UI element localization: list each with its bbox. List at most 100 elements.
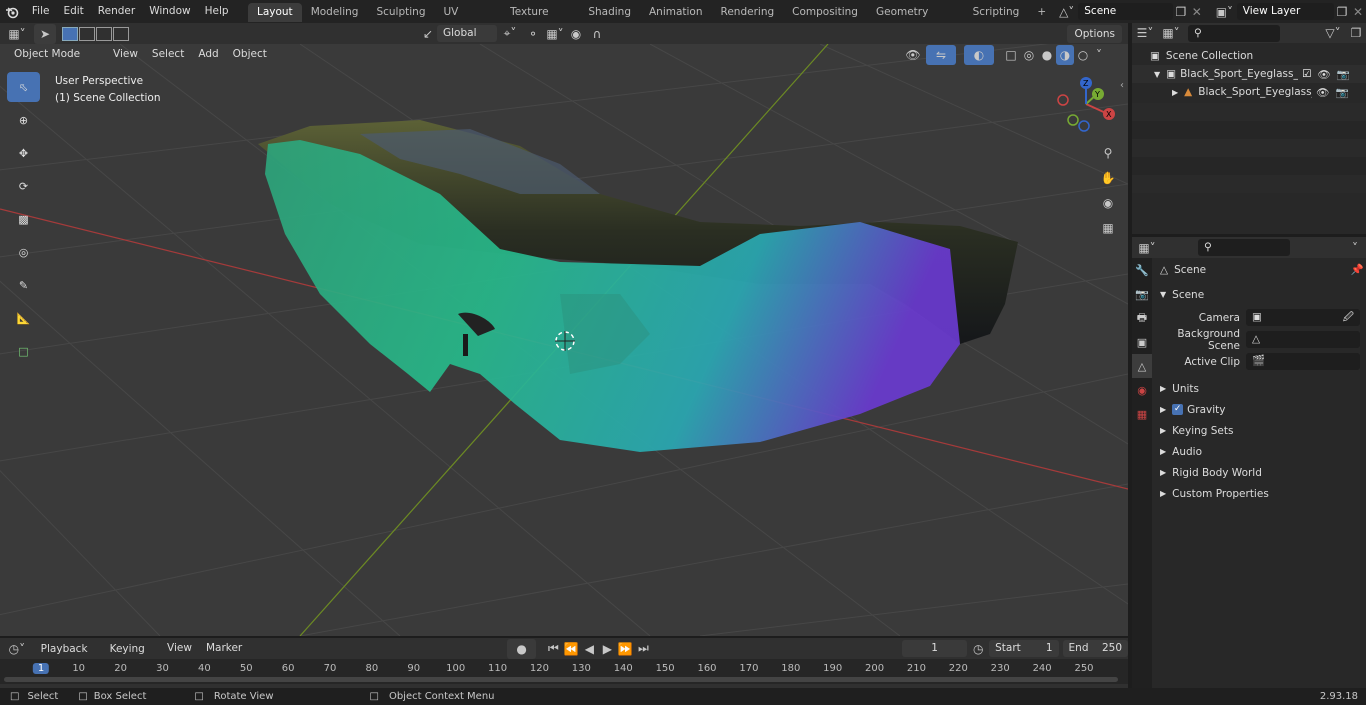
jump-start-icon[interactable]: ⏮: [544, 639, 562, 659]
menu-edit[interactable]: Edit: [56, 0, 90, 23]
eye-icon[interactable]: 👁: [1318, 68, 1331, 81]
play-reverse-icon[interactable]: ◀: [580, 639, 598, 659]
end-frame-field[interactable]: End 250: [1062, 640, 1129, 657]
object-mode-select[interactable]: Object Mode: [8, 46, 106, 63]
pivot-icon[interactable]: ⌖˅: [497, 24, 523, 44]
eyeglasses-model[interactable]: [0, 44, 1128, 636]
scene-tab-icon[interactable]: △: [1132, 354, 1152, 378]
close-scene-icon[interactable]: ✕: [1189, 2, 1205, 22]
view-layer-tab-icon[interactable]: ▣: [1132, 330, 1152, 354]
select-box-tool-icon[interactable]: ⬁: [7, 72, 40, 102]
tab-compositing[interactable]: Compositing: [783, 3, 867, 22]
tool-tab-icon[interactable]: 🔧: [1132, 258, 1152, 282]
outliner-editor-icon[interactable]: ☰˅: [1132, 23, 1158, 43]
panel-gravity[interactable]: ▶ ✓ Gravity: [1156, 399, 1364, 420]
add-workspace-button[interactable]: +: [1028, 3, 1055, 22]
viewport-menu-select[interactable]: Select: [145, 43, 191, 66]
play-icon[interactable]: ▶: [598, 639, 616, 659]
tab-modeling[interactable]: Modeling: [302, 3, 368, 22]
navigation-gizmo[interactable]: X Y Z: [1048, 74, 1123, 144]
annotate-tool-icon[interactable]: ✎: [7, 270, 40, 300]
tab-uv-editing[interactable]: UV Editing: [434, 3, 501, 37]
proportional-edit-icon[interactable]: ◉: [567, 24, 585, 44]
viewport-menu-object[interactable]: Object: [226, 43, 274, 66]
expand-arrow-icon[interactable]: ▶: [1172, 88, 1178, 97]
menu-render[interactable]: Render: [91, 0, 142, 23]
selection-mode-icons[interactable]: [62, 26, 129, 41]
scene-icon[interactable]: △˅: [1055, 2, 1078, 22]
editor-type-icon[interactable]: ▦˅: [0, 24, 34, 44]
viewport-menu-add[interactable]: Add: [191, 43, 225, 66]
panel-rigid-body-world[interactable]: ▶ Rigid Body World: [1156, 462, 1364, 483]
render-tab-icon[interactable]: 📷: [1132, 282, 1152, 306]
tab-scripting[interactable]: Scripting: [964, 3, 1029, 22]
blender-logo-icon[interactable]: [0, 2, 25, 22]
ortho-grid-icon[interactable]: ▦: [1097, 215, 1119, 240]
pin-icon[interactable]: 📌: [1351, 263, 1364, 276]
close-view-layer-icon[interactable]: ✕: [1350, 2, 1366, 22]
current-frame-field[interactable]: 1: [901, 640, 968, 657]
panel-audio[interactable]: ▶ Audio: [1156, 441, 1364, 462]
viewport-menu-view[interactable]: View: [106, 43, 145, 66]
camera-icon[interactable]: 📷: [1336, 86, 1349, 99]
outliner-item-collection[interactable]: ▼ ▣ Black_Sport_Eyeglass_Green_ ☑ 👁 📷: [1132, 65, 1366, 83]
display-mode-icon[interactable]: ▦˅: [1158, 23, 1184, 43]
jump-keyframe-back-icon[interactable]: ⏪: [562, 639, 580, 659]
record-icon[interactable]: ●: [506, 638, 537, 659]
add-cube-tool-icon[interactable]: □: [7, 336, 40, 366]
camera-view-icon[interactable]: ◉: [1097, 190, 1119, 215]
view-layer-icon[interactable]: ▣˅: [1212, 2, 1237, 22]
timeline-ruler[interactable]: 1 10 20 30 40 50 60 70 80 90 100 110 120 130 140 150 160…: [0, 659, 1128, 684]
view-layer-field[interactable]: View Layer: [1236, 3, 1335, 20]
gravity-checkbox[interactable]: ✓: [1172, 404, 1184, 415]
background-scene-field[interactable]: △: [1246, 331, 1360, 348]
sidebar-toggle-icon[interactable]: ‹: [1120, 80, 1128, 100]
checkbox-icon[interactable]: ☑: [1302, 68, 1311, 80]
tab-geometry-nodes[interactable]: Geometry Nodes: [867, 3, 964, 37]
options-button[interactable]: Options: [1067, 24, 1122, 43]
new-collection-icon[interactable]: ❐: [1346, 23, 1366, 43]
filter-icon[interactable]: ▽˅: [1320, 23, 1346, 43]
active-clip-field[interactable]: 🎬: [1246, 353, 1360, 370]
jump-end-icon[interactable]: ⏭: [634, 639, 652, 659]
timeline-editor-icon[interactable]: ◷˅: [0, 639, 34, 659]
menu-help[interactable]: Help: [198, 0, 236, 23]
3d-viewport[interactable]: User Perspective (1) Scene Collection X …: [0, 44, 1128, 636]
scale-tool-icon[interactable]: ▩: [7, 204, 40, 234]
move-tool-icon[interactable]: ✥: [7, 138, 40, 168]
copy-scene-icon[interactable]: ❐: [1173, 2, 1189, 22]
tab-animation[interactable]: Animation: [640, 3, 712, 22]
world-tab-icon[interactable]: ◉: [1132, 378, 1152, 402]
texture-tab-icon[interactable]: ▦: [1132, 402, 1152, 426]
tab-sculpting[interactable]: Sculpting: [367, 3, 434, 22]
menu-file[interactable]: File: [25, 0, 57, 23]
rotate-tool-icon[interactable]: ⟳: [7, 171, 40, 201]
playback-menu[interactable]: Playback ˅: [34, 640, 103, 673]
outliner-item-object[interactable]: ▶ ▲ Black_Sport_Eyeglass_Gr 👁 📷: [1132, 83, 1366, 101]
tab-rendering[interactable]: Rendering: [712, 3, 784, 22]
snap-icon[interactable]: ⚬: [523, 24, 543, 44]
outliner-search-input[interactable]: ⚲: [1188, 24, 1280, 42]
timeline-scrollbar[interactable]: [4, 677, 1118, 682]
preview-range-icon[interactable]: ◷: [967, 639, 989, 659]
start-frame-field[interactable]: Start 1: [989, 640, 1059, 657]
timeline-menu-view[interactable]: View: [160, 637, 199, 660]
cursor-tool-icon[interactable]: ⊕: [7, 105, 40, 135]
properties-search-input[interactable]: ⚲: [1198, 239, 1290, 256]
falloff-icon[interactable]: ∩: [585, 24, 609, 44]
jump-keyframe-forward-icon[interactable]: ⏩: [616, 639, 634, 659]
select-tool-icon[interactable]: ➤: [34, 23, 56, 44]
scene-section-header[interactable]: ▼ Scene: [1156, 284, 1364, 305]
camera-icon[interactable]: 📷: [1337, 68, 1350, 81]
orientation-icon[interactable]: ↙: [419, 24, 437, 44]
panel-custom-properties[interactable]: ▶ Custom Properties: [1156, 483, 1364, 504]
transform-tool-icon[interactable]: ◎: [7, 237, 40, 267]
tab-texture-paint[interactable]: Texture Paint: [501, 3, 579, 37]
keying-menu[interactable]: Keying ˅: [103, 640, 160, 673]
panel-keying-sets[interactable]: ▶ Keying Sets: [1156, 420, 1364, 441]
zoom-icon[interactable]: ⚲: [1097, 140, 1119, 165]
camera-field[interactable]: ▣ 🖉: [1246, 309, 1360, 326]
eye-icon[interactable]: 👁: [1316, 86, 1329, 99]
output-tab-icon[interactable]: 🖶: [1132, 306, 1152, 330]
properties-options-icon[interactable]: ˅: [1344, 238, 1366, 258]
